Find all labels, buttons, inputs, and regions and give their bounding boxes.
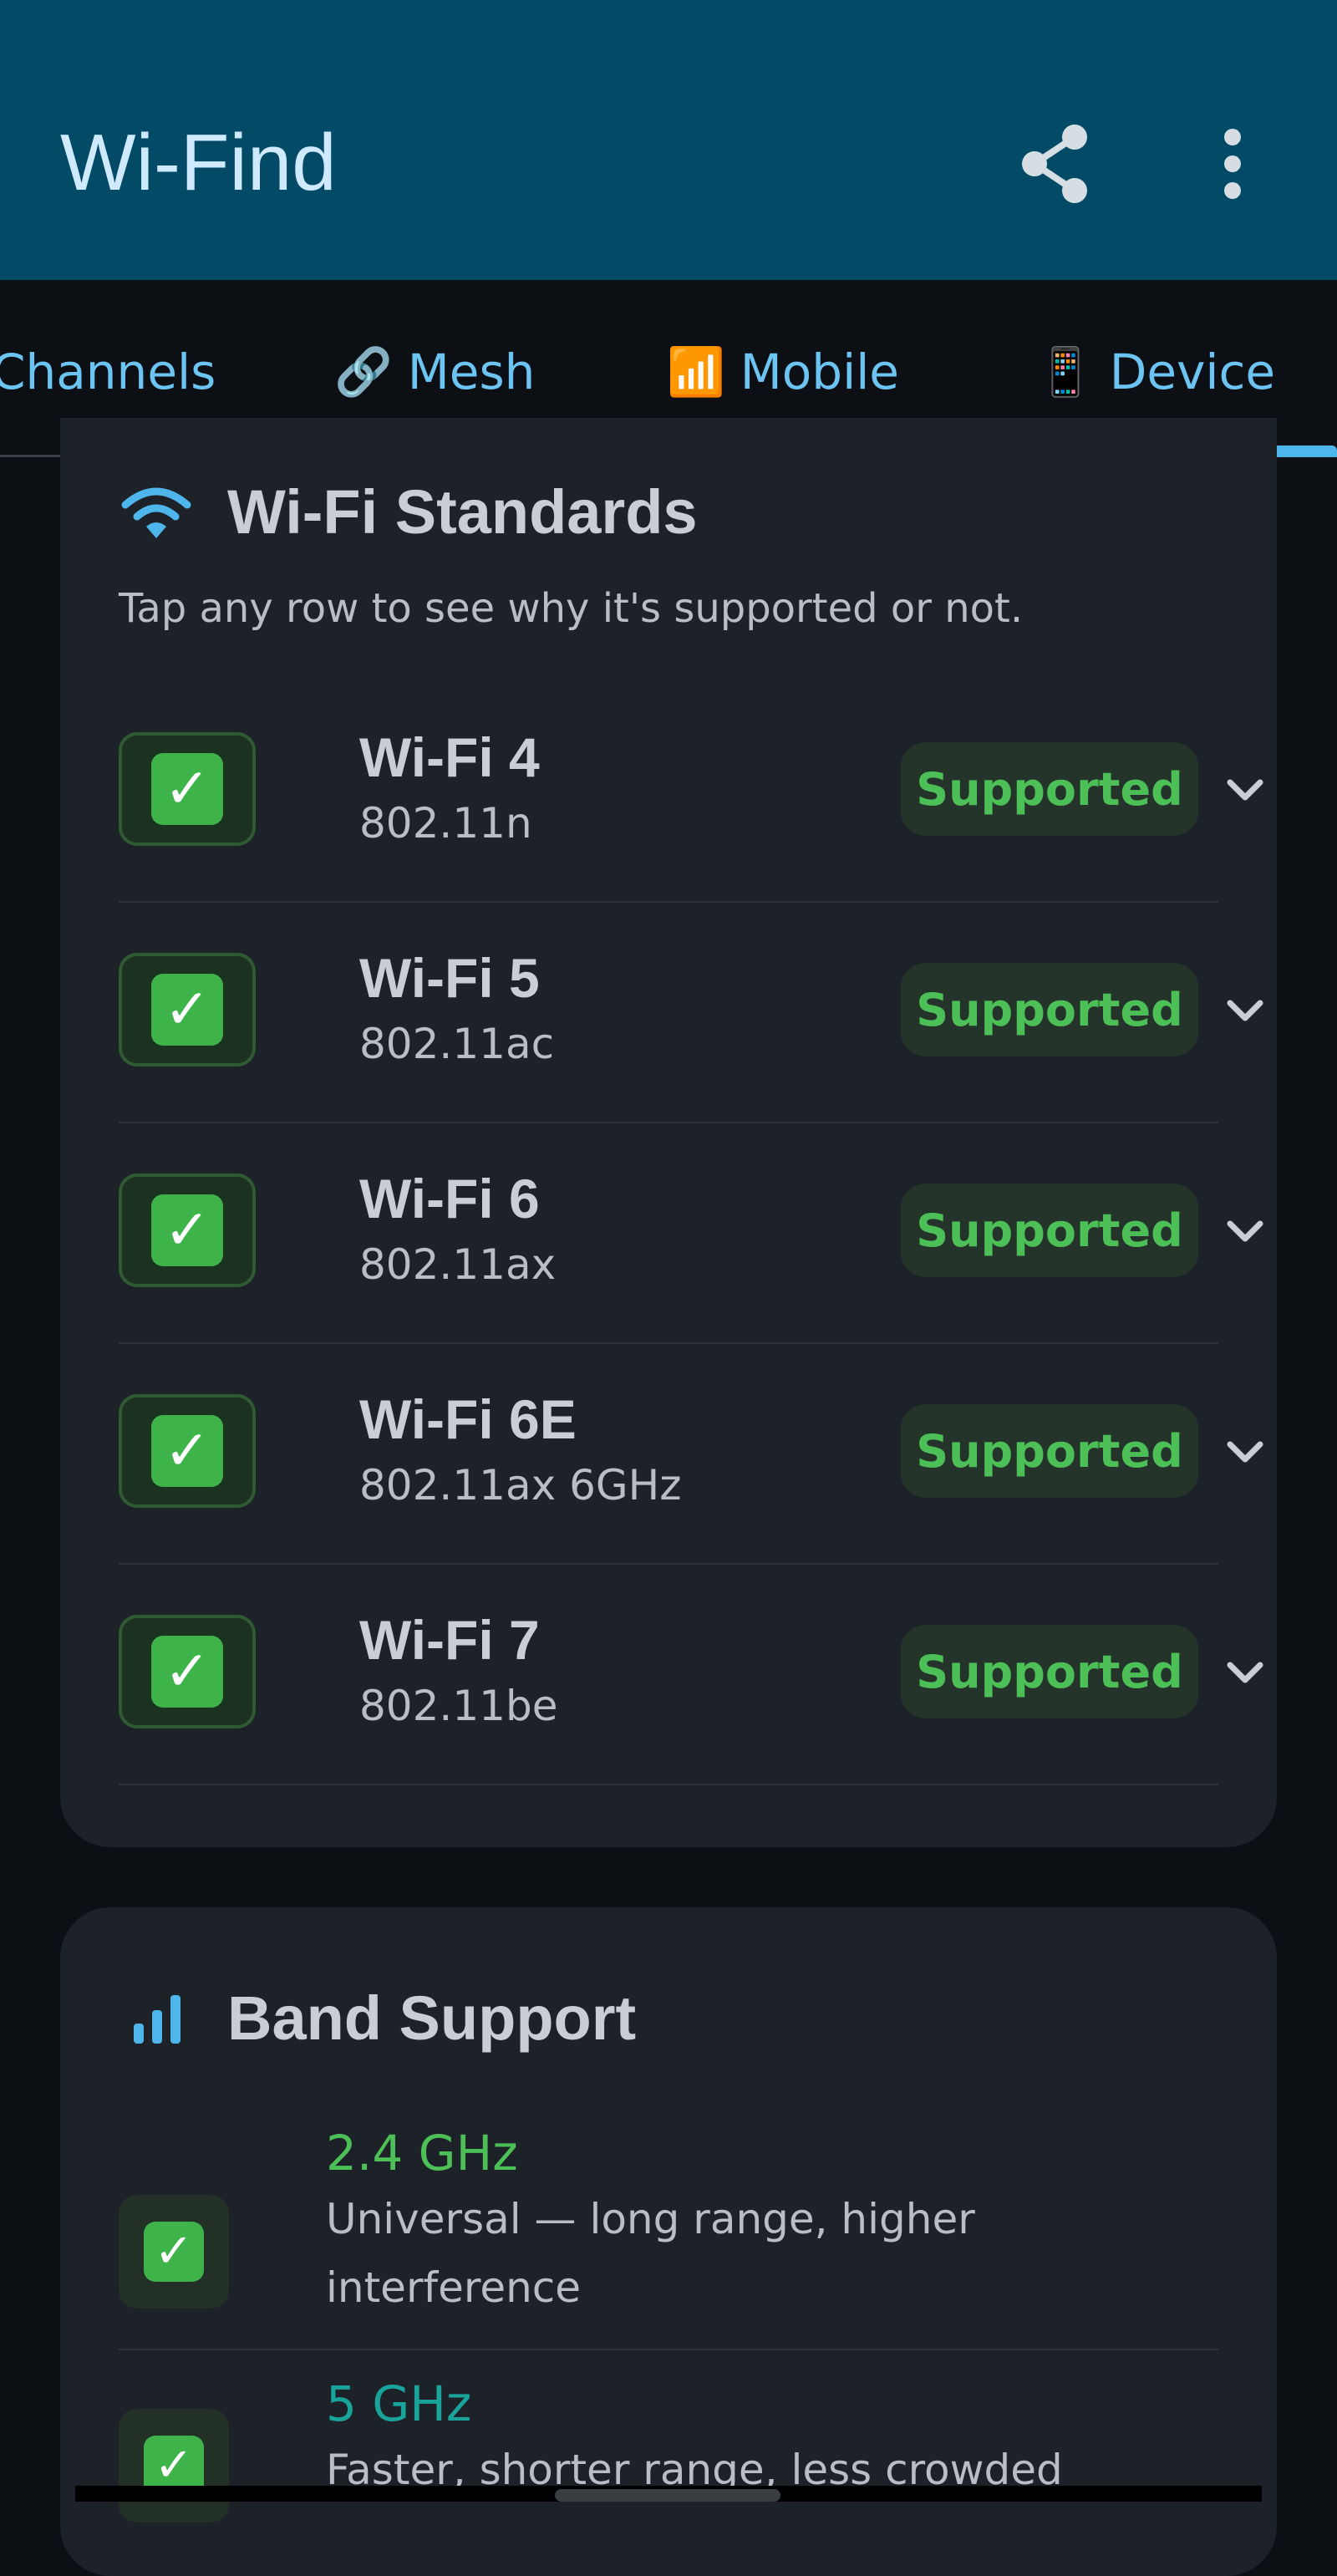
standard-code: 802.11ax (359, 1240, 557, 1289)
check-icon: ✓ (151, 753, 223, 825)
wifi-icon (121, 487, 191, 538)
check-icon: ✓ (151, 974, 223, 1046)
check-badge: ✓ (119, 2409, 229, 2523)
check-badge: ✓ (119, 2195, 229, 2309)
chevron-down-icon[interactable] (1222, 1431, 1268, 1473)
band-description: Universal — long range, higher interfere… (326, 2195, 975, 2312)
share-button[interactable] (1013, 122, 1096, 206)
more-vert-icon (1224, 129, 1241, 199)
band-name: 5 GHz (326, 2375, 472, 2432)
section-header: Wi-Fi Standards (119, 476, 698, 547)
check-badge: ✓ (119, 1394, 256, 1508)
band-row-2-4ghz: ✓ 2.4 GHz Universal — long range, higher… (119, 2125, 1218, 2375)
app-bar: Wi-Find (0, 0, 1337, 280)
standard-code: 802.11n (359, 799, 532, 848)
chevron-down-icon[interactable] (1222, 990, 1268, 1031)
tab-mesh[interactable]: 🔗 Mesh (334, 339, 535, 405)
tab-mobile[interactable]: 📶 Mobile (667, 339, 899, 405)
section-title: Band Support (227, 1983, 637, 2053)
band-row-5ghz: ✓ 5 GHz Faster, shorter range, less crow… (119, 2375, 1218, 2576)
status-badge: Supported (901, 963, 1198, 1056)
tab-device[interactable]: 📱 Device (1036, 339, 1275, 405)
section-subtitle: Tap any row to see why it's supported or… (119, 585, 1024, 632)
phone-icon: 📱 (1036, 345, 1095, 400)
standard-name: Wi-Fi 4 (359, 726, 540, 788)
link-icon: 🔗 (334, 345, 393, 400)
standard-row-wifi-6e[interactable]: ✓ Wi-Fi 6E 802.11ax 6GHz Supported (119, 1344, 1263, 1565)
check-icon: ✓ (144, 2222, 204, 2282)
status-badge: Supported (901, 742, 1198, 836)
app-title: Wi-Find (60, 118, 337, 207)
band-name: 2.4 GHz (326, 2125, 518, 2181)
standard-row-wifi-6[interactable]: ✓ Wi-Fi 6 802.11ax Supported (119, 1123, 1263, 1344)
tab-label: Mesh (407, 344, 536, 400)
chevron-down-icon[interactable] (1222, 1652, 1268, 1693)
tab-label: Mobile (740, 344, 899, 400)
section-header: Band Support (130, 1983, 636, 2054)
standard-name: Wi-Fi 7 (359, 1609, 540, 1671)
standard-row-wifi-5[interactable]: ✓ Wi-Fi 5 802.11ac Supported (119, 903, 1263, 1123)
signal-bars-icon (134, 1994, 180, 2044)
check-badge: ✓ (119, 732, 256, 846)
standard-name: Wi-Fi 6E (359, 1388, 577, 1450)
wifi-standards-card: Wi-Fi Standards Tap any row to see why i… (60, 418, 1277, 1847)
standard-name: Wi-Fi 6 (359, 1168, 540, 1229)
chevron-down-icon[interactable] (1222, 769, 1268, 811)
check-badge: ✓ (119, 953, 256, 1067)
section-title: Wi-Fi Standards (227, 477, 698, 547)
standard-code: 802.11be (359, 1682, 558, 1730)
band-support-card: Band Support ✓ 2.4 GHz Universal — long … (60, 1907, 1277, 2576)
check-icon: ✓ (151, 1415, 223, 1487)
tab-label: Channels (0, 344, 216, 400)
check-badge: ✓ (119, 1615, 256, 1728)
signal-icon: 📶 (667, 345, 725, 400)
divider (119, 2349, 1218, 2350)
standard-row-wifi-4[interactable]: ✓ Wi-Fi 4 802.11n Supported (119, 682, 1263, 903)
check-icon: ✓ (151, 1194, 223, 1266)
standard-code: 802.11ax 6GHz (359, 1461, 682, 1509)
chevron-down-icon[interactable] (1222, 1210, 1268, 1252)
standard-code: 802.11ac (359, 1020, 555, 1068)
standard-name: Wi-Fi 5 (359, 947, 540, 1009)
check-badge: ✓ (119, 1173, 256, 1287)
check-icon: ✓ (151, 1636, 223, 1708)
status-badge: Supported (901, 1404, 1198, 1498)
status-badge: Supported (901, 1625, 1198, 1718)
more-options-button[interactable] (1195, 122, 1270, 206)
gesture-handle[interactable] (555, 2489, 780, 2502)
standard-row-wifi-7[interactable]: ✓ Wi-Fi 7 802.11be Supported (119, 1565, 1263, 1785)
tab-label: Device (1109, 344, 1276, 400)
status-badge: Supported (901, 1184, 1198, 1277)
share-icon (1022, 125, 1087, 203)
tab-channels[interactable]: Channels (0, 339, 216, 405)
